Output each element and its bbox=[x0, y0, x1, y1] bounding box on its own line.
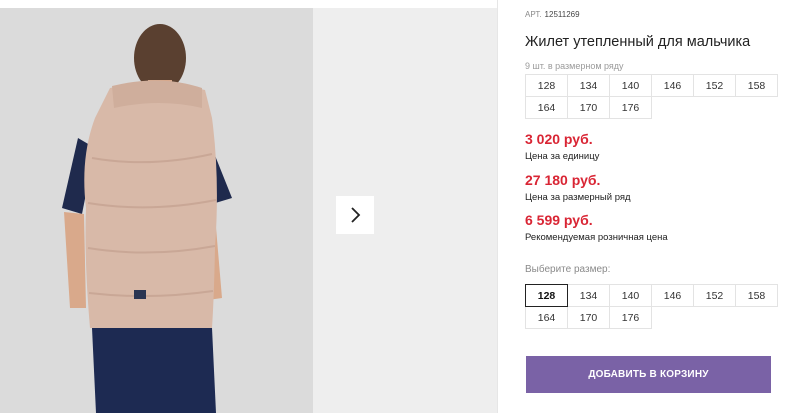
sku-value: 12511269 bbox=[544, 10, 580, 19]
pack-price-label: Цена за размерный ряд bbox=[525, 192, 631, 203]
size-select-label: Выберите размер: bbox=[525, 264, 611, 275]
size-option-152[interactable]: 152 bbox=[693, 284, 736, 307]
pack-size-cell: 170 bbox=[567, 96, 610, 119]
add-to-cart-button[interactable]: ДОБАВИТЬ В КОРЗИНУ bbox=[526, 356, 771, 393]
retail-price: 6 599 руб. bbox=[525, 212, 593, 228]
pack-sizes-grid: 128 134 140 146 152 158 164 170 176 bbox=[525, 74, 778, 119]
size-option-134[interactable]: 134 bbox=[567, 284, 610, 307]
pack-note: 9 шт. в размерном ряду bbox=[525, 61, 624, 71]
product-photo[interactable] bbox=[0, 8, 313, 413]
pack-size-cell: 140 bbox=[609, 74, 652, 97]
pack-size-cell: 152 bbox=[693, 74, 736, 97]
pack-size-cell: 134 bbox=[567, 74, 610, 97]
gallery-next-button[interactable] bbox=[336, 196, 374, 234]
pack-price: 27 180 руб. bbox=[525, 172, 601, 188]
unit-price-label: Цена за единицу bbox=[525, 151, 600, 162]
pack-size-cell: 176 bbox=[609, 96, 652, 119]
size-option-164[interactable]: 164 bbox=[525, 306, 568, 329]
panel-divider bbox=[497, 0, 498, 413]
product-title: Жилет утепленный для мальчика bbox=[525, 34, 751, 50]
size-option-176[interactable]: 176 bbox=[609, 306, 652, 329]
sku-label: АРТ. bbox=[525, 10, 542, 19]
size-option-146[interactable]: 146 bbox=[651, 284, 694, 307]
pack-size-cell: 164 bbox=[525, 96, 568, 119]
pack-size-cell: 128 bbox=[525, 74, 568, 97]
chevron-right-icon bbox=[351, 207, 361, 223]
size-option-170[interactable]: 170 bbox=[567, 306, 610, 329]
pack-size-cell: 158 bbox=[735, 74, 778, 97]
product-gallery bbox=[0, 0, 498, 413]
size-selector: 128 134 140 146 152 158 164 170 176 bbox=[525, 284, 778, 329]
product-photo-illustration bbox=[0, 8, 313, 413]
size-option-158[interactable]: 158 bbox=[735, 284, 778, 307]
size-option-140[interactable]: 140 bbox=[609, 284, 652, 307]
unit-price: 3 020 руб. bbox=[525, 131, 593, 147]
product-info-panel: АРТ. 12511269 Жилет утепленный для мальчи… bbox=[525, 0, 785, 413]
sku: АРТ. 12511269 bbox=[525, 10, 580, 19]
retail-price-label: Рекомендуемая розничная цена bbox=[525, 232, 668, 243]
pack-size-cell: 146 bbox=[651, 74, 694, 97]
size-option-128[interactable]: 128 bbox=[525, 284, 568, 307]
